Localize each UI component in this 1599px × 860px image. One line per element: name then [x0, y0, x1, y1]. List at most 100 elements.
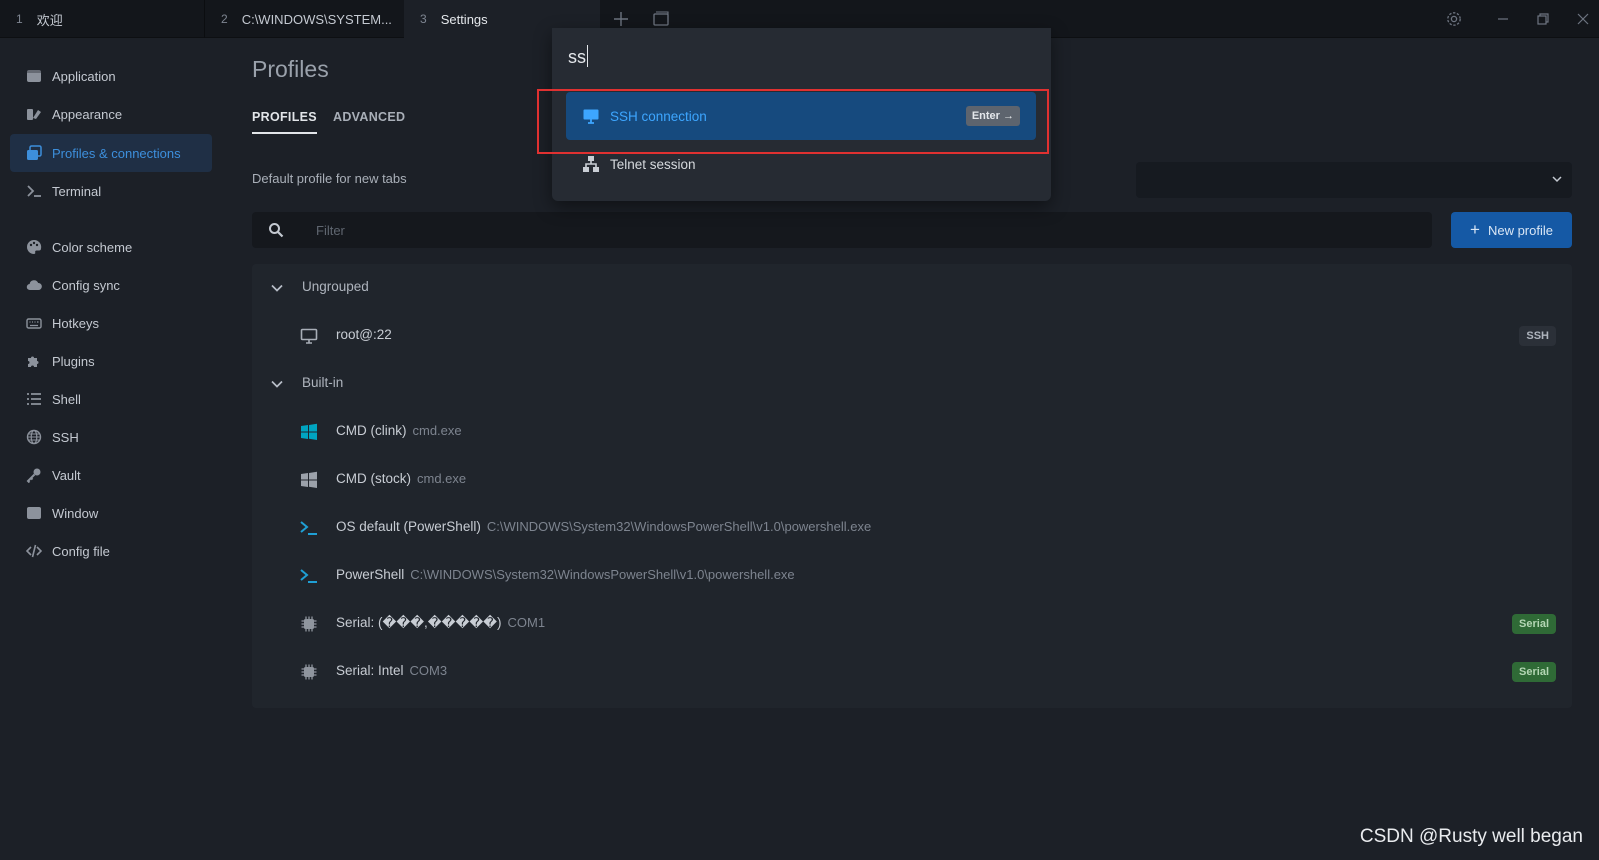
profile-name: PowerShell C:\WINDOWS\System32\WindowsPow… — [336, 567, 795, 582]
cloud-icon — [26, 277, 42, 293]
tab-number: 2 — [221, 12, 228, 26]
palette-option-ssh[interactable]: SSH connection Enter → — [566, 92, 1036, 140]
keyboard-icon — [26, 315, 42, 331]
sidebar-item-profiles[interactable]: Profiles & connections — [10, 134, 212, 172]
filter-bar — [252, 212, 1432, 248]
plus-icon: + — [1470, 220, 1480, 239]
profile-name: root@:22 — [336, 327, 392, 342]
minimize-icon[interactable] — [1494, 10, 1512, 28]
chevron-down-icon — [1550, 172, 1564, 186]
tab-number: 3 — [420, 12, 427, 26]
profile-row[interactable]: PowerShell C:\WINDOWS\System32\WindowsPow… — [252, 552, 1572, 600]
network-icon — [582, 155, 600, 173]
group-label: Ungrouped — [302, 279, 369, 294]
sidebar-item-label: Application — [52, 68, 116, 84]
tab-label: Settings — [440, 11, 488, 27]
sidebar-item-application[interactable]: Application — [10, 57, 212, 95]
text-caret — [587, 45, 588, 67]
sidebar-item-appearance[interactable]: Appearance — [10, 95, 212, 133]
sidebar-item-config-file[interactable]: Config file — [10, 532, 212, 570]
enter-hint: Enter → — [965, 106, 1020, 126]
restore-icon[interactable] — [1534, 10, 1552, 28]
profile-row[interactable]: CMD (clink) cmd.exe — [252, 408, 1572, 456]
puzzle-icon — [26, 353, 42, 369]
profile-row[interactable]: Serial: Intel COM3 Serial — [252, 648, 1572, 696]
sidebar-item-window[interactable]: Window — [10, 494, 212, 532]
command-palette: ss SSH connection Enter → Telnet session — [552, 28, 1051, 201]
tab-advanced[interactable]: ADVANCED — [333, 110, 405, 132]
sidebar-item-color-scheme[interactable]: Color scheme — [10, 228, 212, 266]
sidebar-item-terminal[interactable]: Terminal — [10, 172, 212, 210]
group-label: Built-in — [302, 375, 344, 390]
profiles-menu-icon[interactable] — [652, 10, 670, 28]
group-header-ungrouped[interactable]: Ungrouped — [252, 264, 1572, 312]
new-profile-button[interactable]: + New profile — [1451, 212, 1572, 248]
chip-icon — [300, 615, 318, 633]
window-icon — [26, 505, 42, 521]
profile-row[interactable]: CMD (stock) cmd.exe — [252, 456, 1572, 504]
sidebar-item-plugins[interactable]: Plugins — [10, 342, 212, 380]
ssh-badge: SSH — [1519, 326, 1556, 346]
profile-description: cmd.exe — [417, 471, 467, 486]
profile-name: OS default (PowerShell) C:\WINDOWS\System… — [336, 519, 872, 534]
profile-row[interactable]: Serial: (���,�����) COM1 Serial — [252, 600, 1572, 648]
default-profile-label: Default profile for new tabs — [252, 171, 407, 186]
palette-query: ss — [568, 47, 586, 67]
profile-row[interactable]: root@:22 SSH — [252, 312, 1572, 360]
tab-number: 1 — [16, 12, 23, 26]
close-icon[interactable] — [1574, 10, 1592, 28]
tab-profiles[interactable]: PROFILES — [252, 110, 317, 134]
sidebar-item-label: Vault — [52, 467, 81, 483]
watermark: CSDN @Rusty well began — [1359, 826, 1583, 847]
palette-option-label: SSH connection — [610, 108, 707, 124]
sidebar-item-label: SSH — [52, 429, 79, 445]
palette-icon — [26, 239, 42, 255]
sidebar-item-label: Config file — [52, 543, 110, 559]
page-title: Profiles — [252, 56, 329, 82]
list-icon — [26, 391, 42, 407]
windows-gray-icon — [300, 471, 318, 489]
sidebar-item-shell[interactable]: Shell — [10, 380, 212, 418]
powershell-icon — [300, 519, 318, 537]
terminal-icon — [26, 183, 42, 199]
tab-cmd[interactable]: 2 C:\WINDOWS\SYSTEM... — [205, 0, 403, 38]
profile-description: COM3 — [409, 663, 448, 678]
settings-sidebar: Application Appearance Profiles & connec… — [0, 38, 222, 860]
palette-input[interactable]: ss — [568, 45, 588, 68]
profile-row[interactable]: OS default (PowerShell) C:\WINDOWS\System… — [252, 504, 1572, 552]
palette-option-label: Telnet session — [610, 156, 696, 172]
sidebar-item-vault[interactable]: Vault — [10, 456, 212, 494]
profile-name: Serial: (���,�����) COM1 — [336, 615, 546, 630]
serial-badge: Serial — [1512, 614, 1556, 634]
key-icon — [26, 467, 42, 483]
appearance-icon — [26, 106, 42, 122]
sidebar-item-hotkeys[interactable]: Hotkeys — [10, 304, 212, 342]
profile-name: CMD (clink) cmd.exe — [336, 423, 462, 438]
tab-welcome[interactable]: 1 欢迎 — [0, 0, 204, 38]
profile-name: Serial: Intel COM3 — [336, 663, 448, 678]
profile-name: CMD (stock) cmd.exe — [336, 471, 467, 486]
profile-list: Ungrouped root@:22 SSH Built-in CMD (cli… — [252, 264, 1572, 708]
tab-label: 欢迎 — [36, 12, 63, 28]
new-profile-label: New profile — [1487, 222, 1553, 238]
palette-option-telnet[interactable]: Telnet session — [566, 140, 1036, 188]
application-icon — [26, 68, 42, 84]
code-icon — [26, 543, 42, 559]
powershell-icon — [300, 567, 318, 585]
chevron-down-icon[interactable] — [270, 377, 284, 391]
sidebar-item-config-sync[interactable]: Config sync — [10, 266, 212, 304]
monitor-icon — [582, 107, 600, 125]
chevron-down-icon[interactable] — [270, 281, 284, 295]
search-icon — [268, 222, 284, 238]
settings-gear-icon[interactable] — [1445, 10, 1463, 28]
sidebar-item-ssh[interactable]: SSH — [10, 418, 212, 456]
filter-input[interactable] — [316, 212, 1416, 248]
profile-description: C:\WINDOWS\System32\WindowsPowerShell\v1… — [410, 567, 795, 582]
sidebar-item-label: Shell — [52, 391, 81, 407]
chip-icon — [300, 663, 318, 681]
default-profile-select[interactable] — [1136, 162, 1572, 198]
serial-badge: Serial — [1512, 662, 1556, 682]
monitor-icon — [300, 327, 318, 345]
group-header-built-in[interactable]: Built-in — [252, 360, 1572, 408]
new-tab-plus-icon[interactable] — [612, 10, 630, 28]
